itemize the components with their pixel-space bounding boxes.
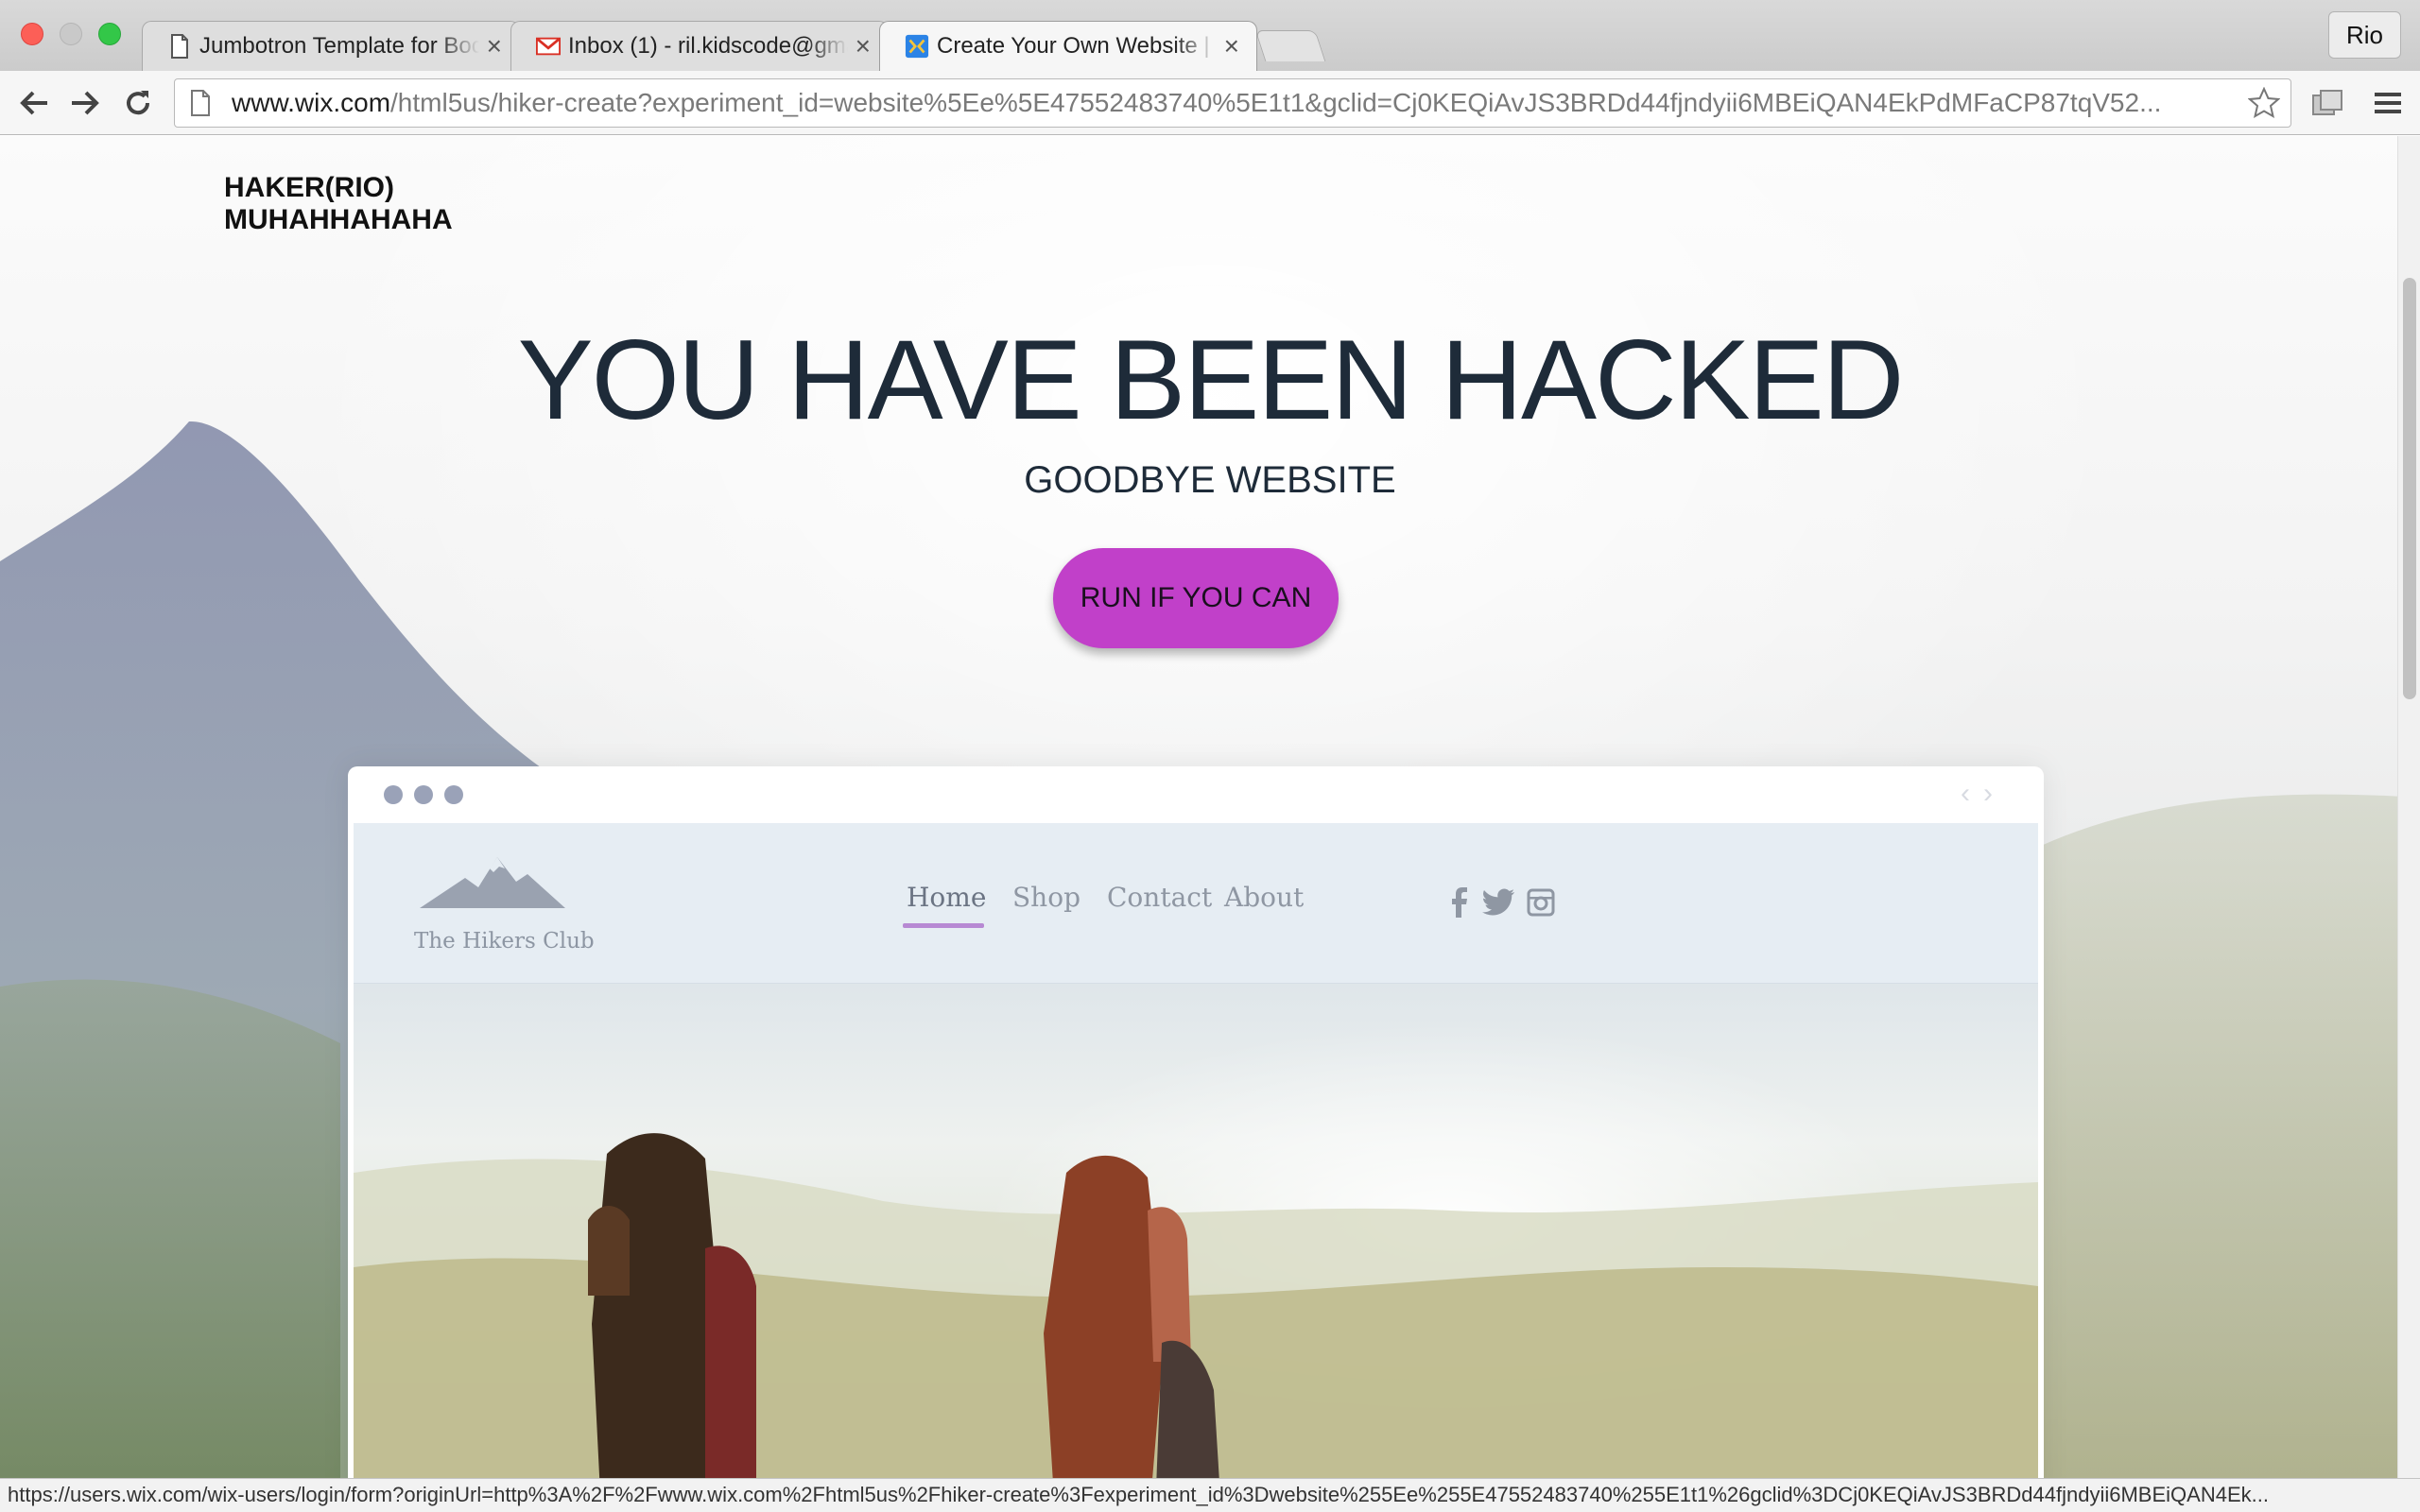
site-preview-mockup: ‹› The Hikers Club Home Shop Contact Abo… [348, 766, 2044, 1478]
status-bubble: https://users.wix.com/wix-users/login/fo… [0, 1478, 2420, 1512]
mockup-logo-text: The Hikers Club [414, 929, 595, 954]
mockup-nav-shop: Shop [1012, 882, 1080, 913]
mockup-dot [414, 785, 433, 804]
tab-title: Jumbotron Template for Bootstrap [199, 33, 479, 59]
browser-titlebar: Jumbotron Template for Bootstrap × Inbox… [0, 0, 2420, 71]
mockup-nav-about: About [1224, 882, 1305, 913]
url-host: www.wix.com [232, 88, 391, 117]
scrollbar-thumb[interactable] [2403, 278, 2416, 699]
site-brand: HAKER(RIO) MUHAHHAHAHA [224, 172, 453, 236]
close-window-button[interactable] [21, 23, 43, 45]
browser-toolbar: www.wix.com/html5us/hiker-create?experim… [0, 71, 2420, 135]
forward-button[interactable] [64, 82, 106, 124]
mockup-dot [444, 785, 463, 804]
brand-line-2: MUHAHHAHAHA [224, 204, 453, 235]
mockup-nav-home: Home [907, 882, 987, 913]
page-icon [167, 32, 192, 60]
gmail-icon [536, 32, 561, 60]
back-button[interactable] [13, 82, 55, 124]
mockup-nav-arrows-icon: ‹› [1961, 778, 2006, 809]
hikers-photo-image [354, 984, 2038, 1478]
tab-title: Inbox (1) - ril.kidscode@gmail.com [568, 33, 848, 59]
new-tab-button[interactable] [1254, 30, 1326, 61]
mockup-header: The Hikers Club Home Shop Contact About [354, 823, 2038, 984]
bookmark-star-icon[interactable] [2243, 82, 2285, 124]
mockup-nav-contact: Contact [1107, 882, 1213, 913]
minimize-window-button[interactable] [60, 23, 82, 45]
facebook-icon [1440, 884, 1478, 921]
profile-button[interactable]: Rio [2327, 11, 2401, 59]
close-tab-icon[interactable]: × [487, 31, 502, 60]
tab-jumbotron[interactable]: Jumbotron Template for Bootstrap × [142, 21, 520, 71]
url-text: www.wix.com/html5us/hiker-create?experim… [232, 88, 2243, 118]
page-viewport: HAKER(RIO) MUHAHHAHAHA YOU HAVE BEEN HAC… [0, 136, 2420, 1478]
tab-gmail[interactable]: Inbox (1) - ril.kidscode@gmail.com × [510, 21, 889, 71]
run-if-you-can-button[interactable]: RUN IF YOU CAN [1053, 548, 1339, 648]
close-tab-icon[interactable]: × [856, 31, 871, 60]
extension-icon[interactable] [2307, 82, 2348, 124]
tab-wix[interactable]: Create Your Own Website | Wix.com × [879, 21, 1257, 71]
zoom-window-button[interactable] [98, 23, 121, 45]
hero-headline: YOU HAVE BEEN HACKED [517, 317, 1905, 443]
twitter-icon [1479, 884, 1517, 921]
mockup-browser-bar: ‹› [348, 766, 2044, 823]
instagram-icon [1522, 884, 1560, 921]
mockup-nav-underline [903, 923, 984, 928]
tab-title: Create Your Own Website | Wix.com [937, 33, 1217, 59]
page-scrollbar[interactable] [2397, 136, 2420, 1478]
url-path: /html5us/hiker-create?experiment_id=webs… [390, 88, 2162, 117]
hikers-illustration [354, 1133, 2038, 1478]
wix-icon [905, 32, 929, 60]
close-tab-icon[interactable]: × [1224, 31, 1239, 60]
hero-subheadline: GOODBYE WEBSITE [1024, 459, 1396, 501]
chrome-menu-icon[interactable] [2367, 82, 2409, 124]
brand-line-1: HAKER(RIO) [224, 172, 394, 203]
address-bar[interactable]: www.wix.com/html5us/hiker-create?experim… [174, 78, 2291, 128]
reload-button[interactable] [117, 82, 159, 124]
mockup-site: The Hikers Club Home Shop Contact About [354, 823, 2038, 1478]
mockup-dot [384, 785, 403, 804]
page-info-icon[interactable] [184, 87, 216, 119]
